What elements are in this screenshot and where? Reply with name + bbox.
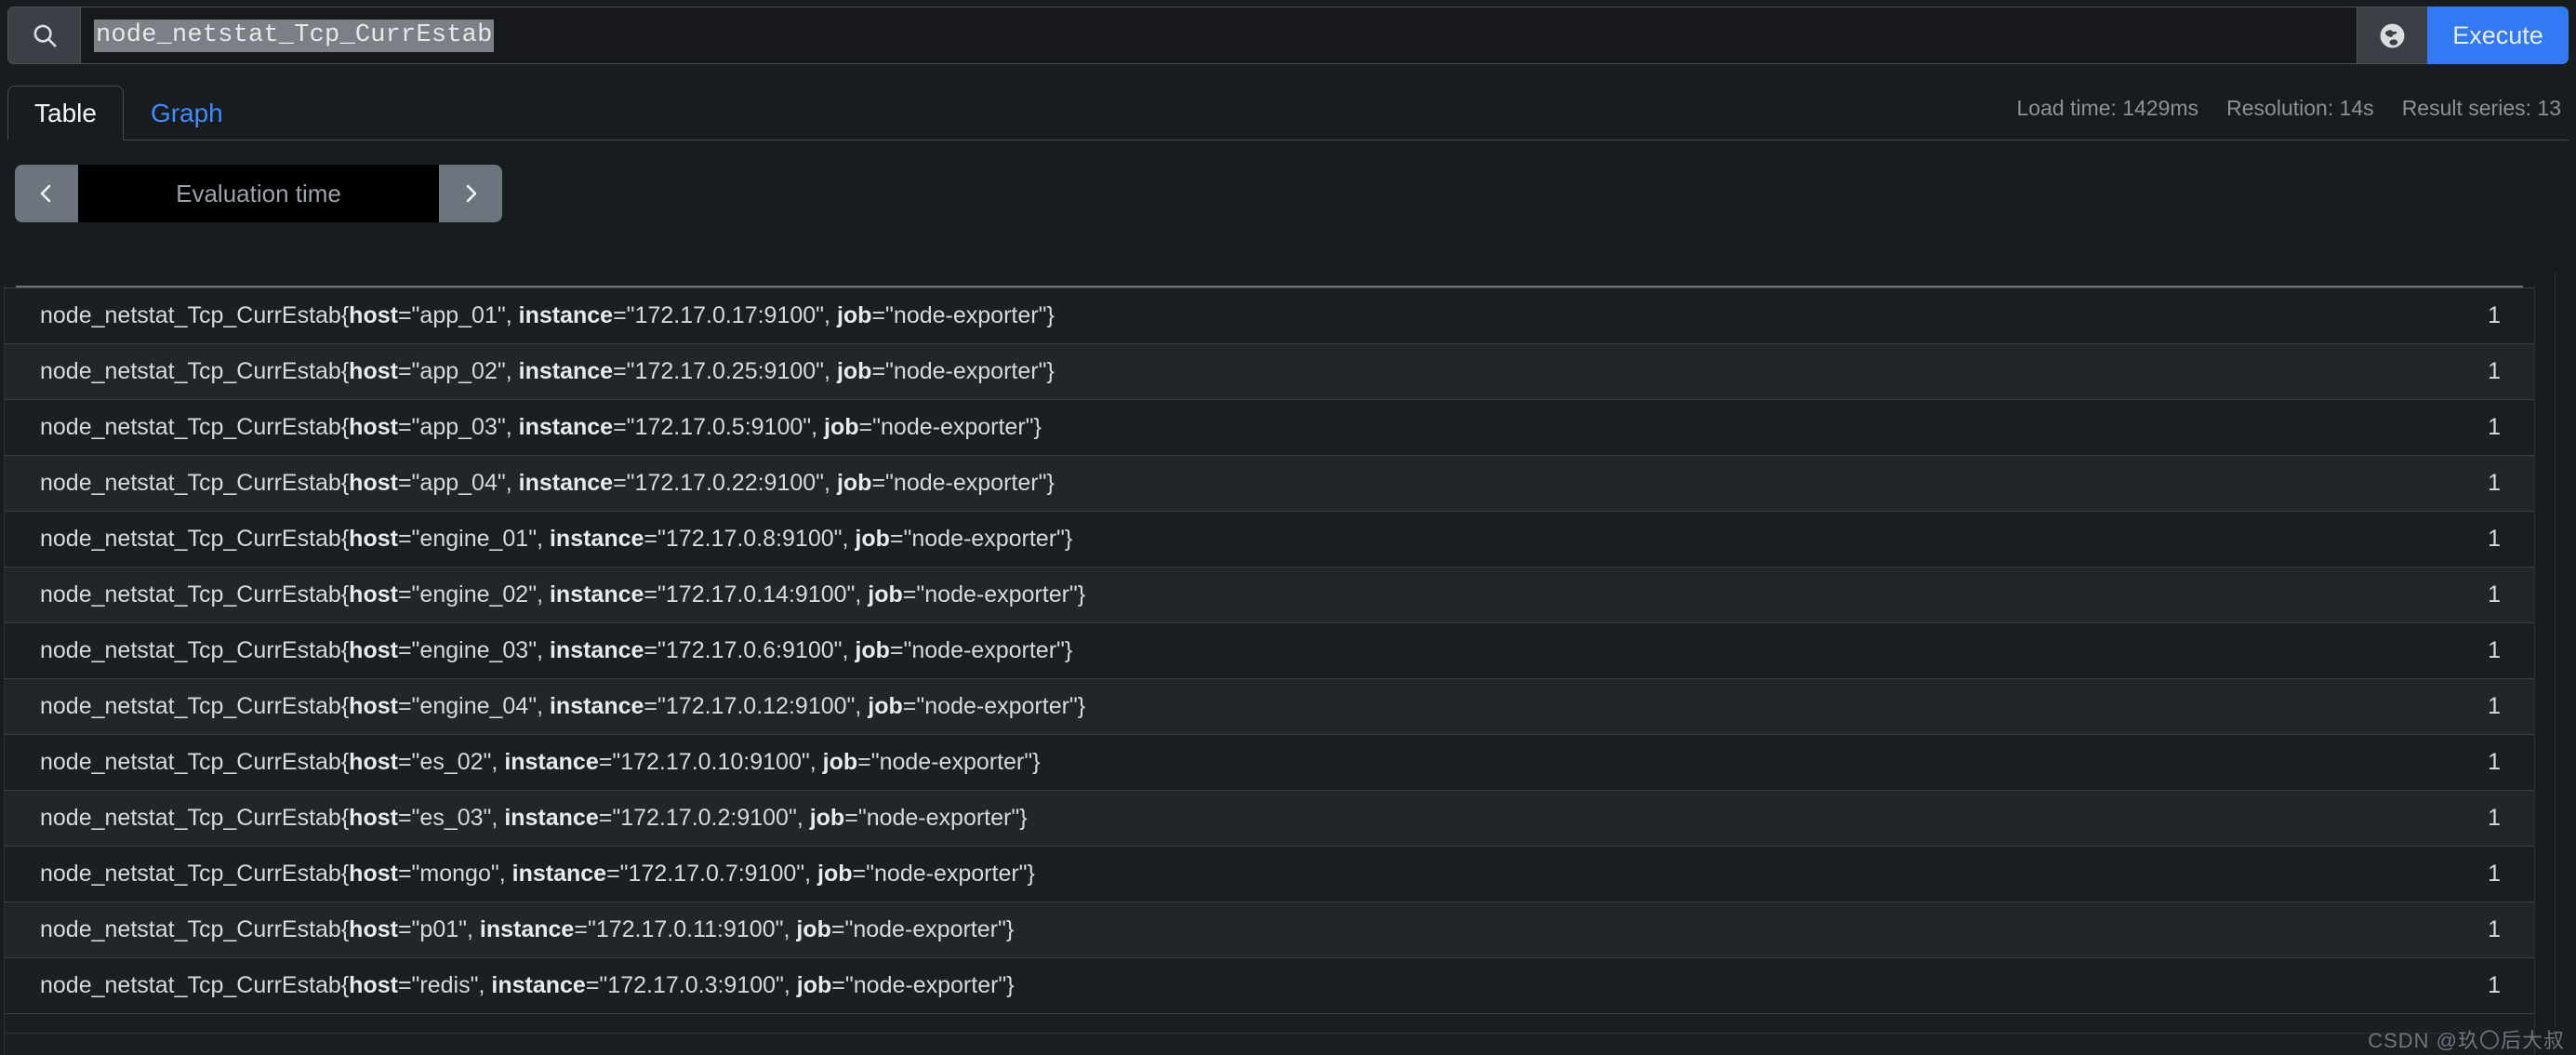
prometheus-query-page: node_netstat_Tcp_CurrEstab Execute Table… xyxy=(0,7,2576,1055)
series-label-cell: node_netstat_Tcp_CurrEstab{host="es_03",… xyxy=(5,790,2404,847)
panel-right-border xyxy=(2555,273,2556,1028)
table-row: node_netstat_Tcp_CurrEstab{host="p01", i… xyxy=(5,901,2534,958)
query-status: Load time: 1429ms Resolution: 14s Result… xyxy=(2017,96,2561,121)
table-row: node_netstat_Tcp_CurrEstab{host="engine_… xyxy=(5,678,2534,735)
resolution-status: Resolution: 14s xyxy=(2226,96,2374,120)
series-value-cell: 1 xyxy=(2404,455,2534,512)
series-value-cell: 1 xyxy=(2404,343,2534,400)
query-bar: node_netstat_Tcp_CurrEstab Execute xyxy=(7,7,2569,64)
table-row: node_netstat_Tcp_CurrEstab{host="app_01"… xyxy=(5,287,2534,344)
series-value-cell: 1 xyxy=(2404,678,2534,735)
series-value-cell: 1 xyxy=(2404,957,2534,1014)
table-row: node_netstat_Tcp_CurrEstab{host="app_04"… xyxy=(5,455,2534,512)
evaluation-time-control: Evaluation time xyxy=(15,165,502,222)
series-value-cell: 1 xyxy=(2404,846,2534,902)
series-value-cell: 1 xyxy=(2404,901,2534,958)
series-value-cell: 1 xyxy=(2404,790,2534,847)
result-series-status: Result series: 13 xyxy=(2401,96,2561,120)
series-label-cell: node_netstat_Tcp_CurrEstab{host="p01", i… xyxy=(5,901,2404,958)
load-time-status: Load time: 1429ms xyxy=(2016,96,2199,120)
query-text: node_netstat_Tcp_CurrEstab xyxy=(94,19,495,52)
series-label-cell: node_netstat_Tcp_CurrEstab{host="app_02"… xyxy=(5,343,2404,400)
result-table-panel: node_netstat_Tcp_CurrEstab{host="app_01"… xyxy=(4,286,2535,1055)
series-label-cell: node_netstat_Tcp_CurrEstab{host="engine_… xyxy=(5,622,2404,679)
series-label-cell: node_netstat_Tcp_CurrEstab{host="app_01"… xyxy=(5,287,2404,344)
series-label-cell: node_netstat_Tcp_CurrEstab{host="redis",… xyxy=(5,957,2404,1014)
result-table: node_netstat_Tcp_CurrEstab{host="app_01"… xyxy=(5,287,2534,1055)
globe-icon[interactable] xyxy=(2357,7,2427,64)
footer-divider xyxy=(4,1033,2446,1034)
execute-button[interactable]: Execute xyxy=(2427,7,2569,64)
evaluation-time-input[interactable]: Evaluation time xyxy=(78,165,439,222)
table-row: node_netstat_Tcp_CurrEstab{host="es_02",… xyxy=(5,734,2534,791)
table-row: node_netstat_Tcp_CurrEstab{host="redis",… xyxy=(5,957,2534,1014)
series-label-cell: node_netstat_Tcp_CurrEstab{host="mongo",… xyxy=(5,846,2404,902)
series-value-cell: 1 xyxy=(2404,287,2534,344)
series-value-cell: 1 xyxy=(2404,511,2534,568)
result-tabs: Table Graph Load time: 1429ms Resolution… xyxy=(7,81,2569,140)
table-row: node_netstat_Tcp_CurrEstab{host="mongo",… xyxy=(5,846,2534,902)
tab-graph[interactable]: Graph xyxy=(124,86,250,140)
series-value-cell: 1 xyxy=(2404,399,2534,456)
table-row: node_netstat_Tcp_CurrEstab{host="engine_… xyxy=(5,567,2534,623)
query-input[interactable]: node_netstat_Tcp_CurrEstab xyxy=(80,7,2357,64)
series-value-cell: 1 xyxy=(2404,567,2534,623)
series-label-cell: node_netstat_Tcp_CurrEstab{host="es_02",… xyxy=(5,734,2404,791)
chevron-left-icon[interactable] xyxy=(15,165,78,222)
chevron-right-icon[interactable] xyxy=(439,165,502,222)
series-label-cell: node_netstat_Tcp_CurrEstab{host="engine_… xyxy=(5,511,2404,568)
series-label-cell: node_netstat_Tcp_CurrEstab{host="engine_… xyxy=(5,678,2404,735)
series-label-cell: node_netstat_Tcp_CurrEstab{host="app_03"… xyxy=(5,399,2404,456)
table-row: node_netstat_Tcp_CurrEstab{host="es_03",… xyxy=(5,790,2534,847)
tab-table[interactable]: Table xyxy=(7,85,124,140)
table-row: node_netstat_Tcp_CurrEstab{host="app_02"… xyxy=(5,343,2534,400)
table-row: node_netstat_Tcp_CurrEstab{host="app_03"… xyxy=(5,399,2534,456)
series-value-cell: 1 xyxy=(2404,734,2534,791)
series-label-cell: node_netstat_Tcp_CurrEstab{host="app_04"… xyxy=(5,455,2404,512)
table-row: node_netstat_Tcp_CurrEstab{host="engine_… xyxy=(5,622,2534,679)
search-icon xyxy=(7,7,80,64)
watermark: CSDN @玖〇后大叔 xyxy=(2368,1029,2565,1052)
series-label-cell: node_netstat_Tcp_CurrEstab{host="engine_… xyxy=(5,567,2404,623)
table-row: node_netstat_Tcp_CurrEstab{host="engine_… xyxy=(5,511,2534,568)
table-end-spacer xyxy=(5,1013,2534,1055)
spacer-cell xyxy=(5,1013,2404,1055)
series-value-cell: 1 xyxy=(2404,622,2534,679)
